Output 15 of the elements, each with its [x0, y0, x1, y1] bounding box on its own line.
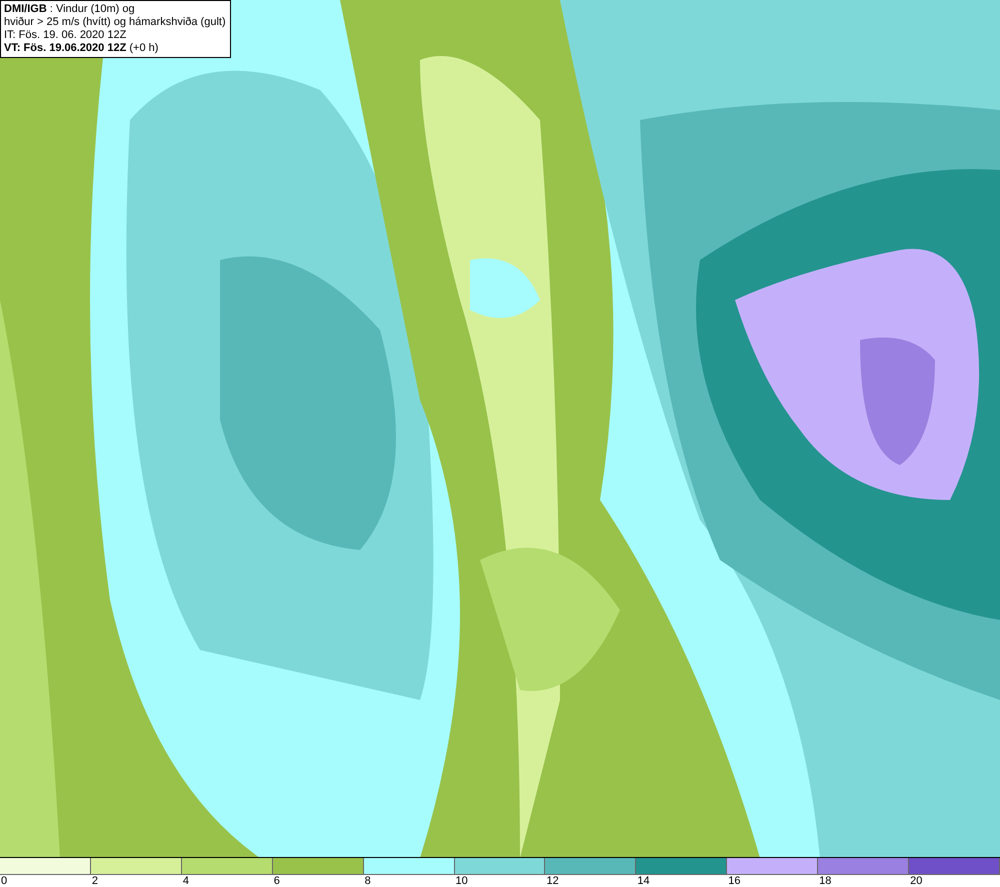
legend-label: 14: [636, 875, 650, 887]
legend-label: 0: [0, 875, 8, 887]
header-line: DMI/IGB : Vindur (10m) og: [4, 3, 136, 16]
legend-label: 4: [182, 875, 189, 887]
legend-label: 6: [272, 875, 280, 887]
header-line: hviður > 25 m/s (hvítt) og hámarkshviða (gult): [4, 16, 226, 29]
legend-label: 16: [727, 875, 741, 887]
legend-label: 10: [454, 875, 468, 887]
header-line: IT: Fös. 19. 06. 2020 12Z: [4, 29, 128, 42]
legend-label: 8: [364, 875, 371, 887]
legend-label: 18: [818, 875, 832, 887]
legend-label: 12: [545, 875, 559, 887]
header-line: VT: Fös. 19.06.2020 12Z (+0 h): [4, 42, 160, 55]
legend-label: 20: [909, 875, 922, 887]
legend-label: 2: [90, 875, 98, 887]
